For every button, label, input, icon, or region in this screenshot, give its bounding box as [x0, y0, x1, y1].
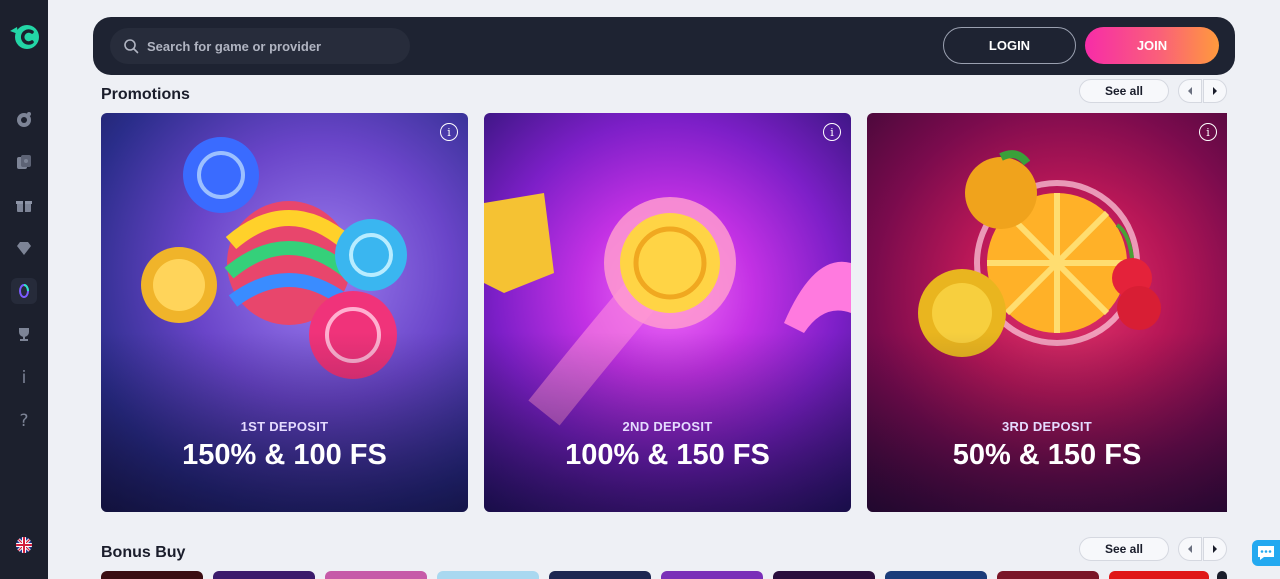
gift-icon[interactable] — [11, 192, 37, 218]
promo-headline: 100% & 150 FS — [565, 439, 770, 471]
search-icon — [124, 39, 139, 54]
game-tile[interactable] — [1217, 571, 1227, 579]
promo-headline: 150% & 100 FS — [182, 439, 387, 471]
info-icon[interactable]: i — [1199, 123, 1217, 141]
promo-subtitle: 3RD DEPOSIT — [1002, 419, 1092, 434]
game-tile[interactable] — [101, 571, 203, 579]
promotions-title: Promotions — [101, 86, 190, 103]
game-tile[interactable] — [997, 571, 1099, 579]
bonus-buy-carousel-nav — [1178, 537, 1227, 561]
search-input[interactable] — [147, 38, 397, 54]
info-icon[interactable]: i — [440, 123, 458, 141]
promo-subtitle: 2ND DEPOSIT — [622, 419, 713, 434]
top-bar: LOGIN JOIN — [93, 17, 1235, 75]
diamond-icon[interactable] — [11, 235, 37, 261]
promotions-carousel-nav — [1178, 79, 1227, 103]
bonus-buy-title: Bonus Buy — [101, 544, 186, 561]
chat-icon — [1258, 546, 1274, 560]
bonus-buy-see-all-button[interactable]: See all — [1079, 537, 1169, 561]
chat-button[interactable] — [1252, 540, 1280, 566]
info-icon[interactable]: i — [11, 365, 37, 391]
cards-icon[interactable] — [11, 149, 37, 175]
brand-logo[interactable] — [8, 22, 42, 52]
casino-chip-icon[interactable] — [11, 106, 37, 132]
carousel-prev-button[interactable] — [1178, 537, 1202, 561]
trophy-icon[interactable] — [11, 321, 37, 347]
game-tile[interactable] — [661, 571, 763, 579]
promotions-see-all-button[interactable]: See all — [1079, 79, 1169, 103]
promo-card-1st-deposit[interactable]: i 1ST DEPOSIT 150% & 100 FS — [101, 113, 468, 512]
game-tile[interactable] — [885, 571, 987, 579]
game-tile[interactable] — [1109, 571, 1209, 579]
promo-card-2nd-deposit[interactable]: i 2ND DEPOSIT 100% & 150 FS — [484, 113, 851, 512]
uk-flag-icon[interactable] — [16, 537, 32, 553]
search-box[interactable] — [110, 28, 410, 64]
promo-headline: 50% & 150 FS — [952, 439, 1142, 471]
join-button[interactable]: JOIN — [1085, 27, 1219, 64]
info-icon[interactable]: i — [823, 123, 841, 141]
login-button[interactable]: LOGIN — [943, 27, 1076, 64]
carousel-prev-button[interactable] — [1178, 79, 1202, 103]
sidebar: i ? — [0, 0, 48, 579]
game-tile[interactable] — [437, 571, 539, 579]
promo-subtitle: 1ST DEPOSIT — [240, 419, 329, 434]
chevron-left-icon — [1188, 545, 1192, 553]
promo-card-3rd-deposit[interactable]: i 3RD DEPOSIT 50% & 150 FS — [867, 113, 1227, 512]
game-tile[interactable] — [325, 571, 427, 579]
chevron-right-icon — [1213, 545, 1217, 553]
ring-icon[interactable] — [11, 278, 37, 304]
help-icon[interactable]: ? — [11, 408, 37, 434]
carousel-next-button[interactable] — [1203, 537, 1227, 561]
chevron-left-icon — [1188, 87, 1192, 95]
carousel-next-button[interactable] — [1203, 79, 1227, 103]
game-tile[interactable] — [213, 571, 315, 579]
chevron-right-icon — [1213, 87, 1217, 95]
game-tile[interactable] — [549, 571, 651, 579]
game-tile[interactable] — [773, 571, 875, 579]
